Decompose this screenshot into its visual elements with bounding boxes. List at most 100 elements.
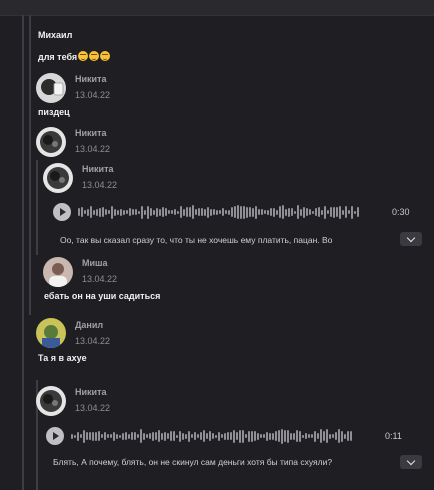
thread-line: [36, 160, 38, 255]
waveform-bar: [174, 209, 176, 215]
voice-waveform[interactable]: [78, 203, 363, 221]
waveform-bar: [258, 209, 260, 215]
waveform-bar: [321, 209, 323, 215]
waveform-bar: [123, 209, 125, 215]
waveform-bar: [269, 432, 271, 440]
waveform-bar: [131, 432, 133, 440]
message-date: 13.04.22: [75, 144, 111, 154]
waveform-bar: [126, 210, 128, 214]
top-bar: [0, 0, 434, 16]
waveform-bar: [90, 206, 92, 218]
waveform-bar: [119, 434, 121, 438]
message-text: для тебя: [38, 51, 111, 62]
waveform-bar: [156, 207, 158, 217]
waveform-bar: [225, 210, 227, 214]
waveform-bar: [149, 433, 151, 439]
waveform-bar: [183, 208, 185, 216]
waveform-bar: [215, 434, 217, 438]
waveform-bar: [135, 209, 137, 215]
waveform-bar: [185, 433, 187, 439]
waveform-bar: [335, 432, 337, 440]
waveform-bar: [267, 209, 269, 215]
waveform-bar: [302, 434, 304, 438]
waveform-bar: [324, 205, 326, 219]
waveform-bar: [92, 431, 94, 441]
waveform-bar: [273, 207, 275, 217]
message-date: 13.04.22: [75, 403, 111, 413]
waveform-bar: [150, 208, 152, 216]
waveform-bar: [113, 431, 115, 441]
voice-waveform[interactable]: [71, 427, 356, 445]
waveform-bar: [98, 431, 100, 441]
waveform-bar: [317, 433, 319, 439]
waveform-bar: [195, 209, 197, 215]
flushed-face-icon: [89, 51, 100, 61]
waveform-bar: [114, 208, 116, 216]
waveform-bar: [333, 206, 335, 218]
waveform-bar: [290, 432, 292, 440]
waveform-bar: [291, 208, 293, 216]
waveform-bar: [83, 429, 85, 443]
voice-transcript: Блять, А почему, блять, он не скинул сам…: [53, 457, 333, 467]
avatar[interactable]: [43, 257, 73, 287]
waveform-bar: [320, 429, 322, 443]
waveform-bar: [342, 209, 344, 215]
waveform-bar: [107, 434, 109, 438]
waveform-bar: [117, 209, 119, 215]
waveform-bar: [171, 210, 173, 214]
waveform-bar: [249, 207, 251, 217]
waveform-bar: [213, 209, 215, 215]
waveform-bar: [237, 205, 239, 219]
waveform-bar: [141, 205, 143, 219]
expand-transcript-button[interactable]: [400, 232, 422, 246]
waveform-bar: [122, 432, 124, 440]
waveform-bar: [104, 432, 106, 440]
voice-duration: 0:11: [385, 431, 402, 441]
flushed-face-icon: [78, 51, 89, 61]
waveform-bar: [159, 208, 161, 216]
waveform-bar: [276, 209, 278, 215]
waveform-bar: [86, 432, 88, 440]
waveform-bar: [240, 205, 242, 219]
waveform-bar: [134, 432, 136, 440]
waveform-bar: [348, 210, 350, 214]
waveform-bar: [219, 210, 221, 214]
waveform-bar: [357, 207, 359, 217]
waveform-bar: [297, 205, 299, 219]
waveform-bar: [315, 208, 317, 216]
message-text: Та я в ахуе: [38, 353, 87, 363]
message-author: Миша: [82, 258, 108, 268]
waveform-bar: [99, 207, 101, 217]
avatar[interactable]: [43, 163, 73, 193]
waveform-bar: [110, 434, 112, 438]
waveform-bar: [173, 431, 175, 441]
waveform-bar: [143, 432, 145, 440]
waveform-bar: [347, 431, 349, 441]
message-text-content: для тебя: [38, 52, 78, 62]
waveform-bar: [96, 208, 98, 216]
waveform-bar: [231, 207, 233, 217]
waveform-bar: [354, 210, 356, 214]
waveform-bar: [125, 432, 127, 440]
play-button[interactable]: [53, 203, 71, 221]
waveform-bar: [192, 205, 194, 219]
waveform-bar: [179, 430, 181, 442]
waveform-bar: [108, 210, 110, 214]
waveform-bar: [344, 433, 346, 439]
waveform-bar: [272, 432, 274, 440]
waveform-bar: [323, 431, 325, 441]
play-button[interactable]: [46, 427, 64, 445]
thread-line: [22, 15, 24, 490]
expand-transcript-button[interactable]: [400, 455, 422, 469]
waveform-bar: [81, 207, 83, 217]
avatar[interactable]: [36, 127, 66, 157]
avatar[interactable]: [36, 73, 66, 103]
waveform-bar: [189, 207, 191, 217]
avatar[interactable]: [36, 386, 66, 416]
message-date: 13.04.22: [82, 180, 118, 190]
waveform-bar: [306, 208, 308, 216]
waveform-bar: [236, 432, 238, 440]
waveform-bar: [120, 208, 122, 216]
avatar[interactable]: [36, 318, 66, 348]
message-author: Никита: [75, 74, 107, 84]
